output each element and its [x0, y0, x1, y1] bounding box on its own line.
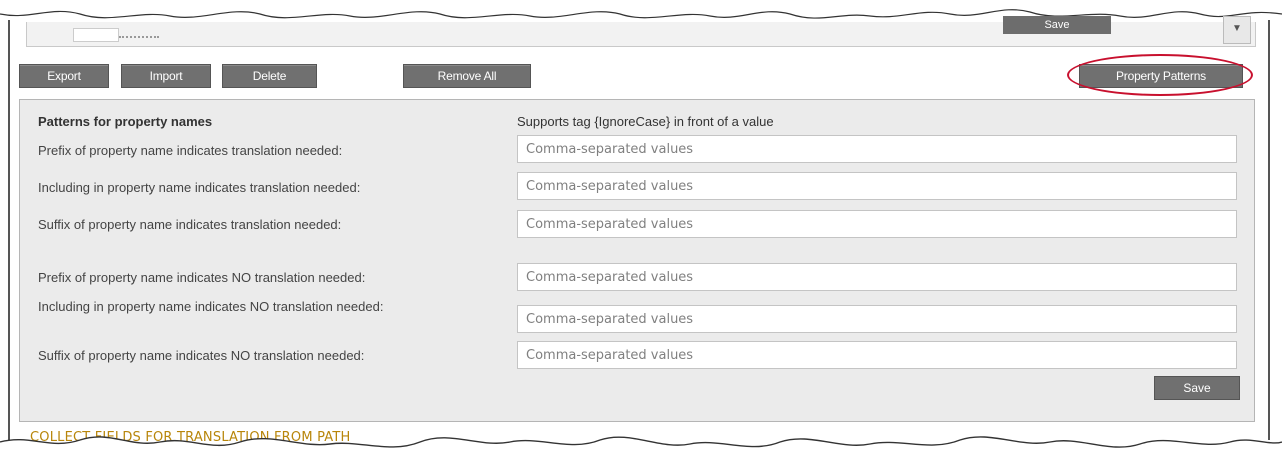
panel-hint: Supports tag {IgnoreCase} in front of a …: [517, 114, 774, 129]
suffix-translate-label: Suffix of property name indicates transl…: [38, 217, 342, 232]
highlight-circle: [1067, 54, 1253, 96]
prefix-no-translate-label: Prefix of property name indicates NO tra…: [38, 270, 366, 285]
top-dotted-divider: [119, 36, 159, 38]
chevron-down-icon[interactable]: ▼: [1223, 16, 1251, 44]
top-filter-input[interactable]: [73, 28, 119, 42]
top-list-strip: Save ▼: [26, 16, 1256, 47]
including-translate-label: Including in property name indicates tra…: [38, 180, 361, 195]
prefix-translate-field[interactable]: [517, 135, 1237, 163]
prefix-translate-label: Prefix of property name indicates transl…: [38, 143, 343, 158]
suffix-no-translate-field[interactable]: [517, 341, 1237, 369]
prefix-no-translate-field[interactable]: [517, 263, 1237, 291]
delete-button[interactable]: Delete: [222, 64, 317, 88]
save-button[interactable]: Save: [1154, 376, 1240, 400]
top-save-button[interactable]: Save: [1003, 16, 1111, 34]
including-no-translate-field[interactable]: [517, 305, 1237, 333]
export-button[interactable]: Export: [19, 64, 109, 88]
import-button[interactable]: Import: [121, 64, 211, 88]
suffix-translate-field[interactable]: [517, 210, 1237, 238]
including-no-translate-label: Including in property name indicates NO …: [38, 299, 384, 314]
property-patterns-panel: Patterns for property names Supports tag…: [19, 99, 1255, 422]
including-translate-field[interactable]: [517, 172, 1237, 200]
panel-heading: Patterns for property names: [38, 114, 213, 129]
torn-edge-bottom: [0, 436, 1282, 473]
suffix-no-translate-label: Suffix of property name indicates NO tra…: [38, 348, 365, 363]
remove-all-button[interactable]: Remove All: [403, 64, 531, 88]
